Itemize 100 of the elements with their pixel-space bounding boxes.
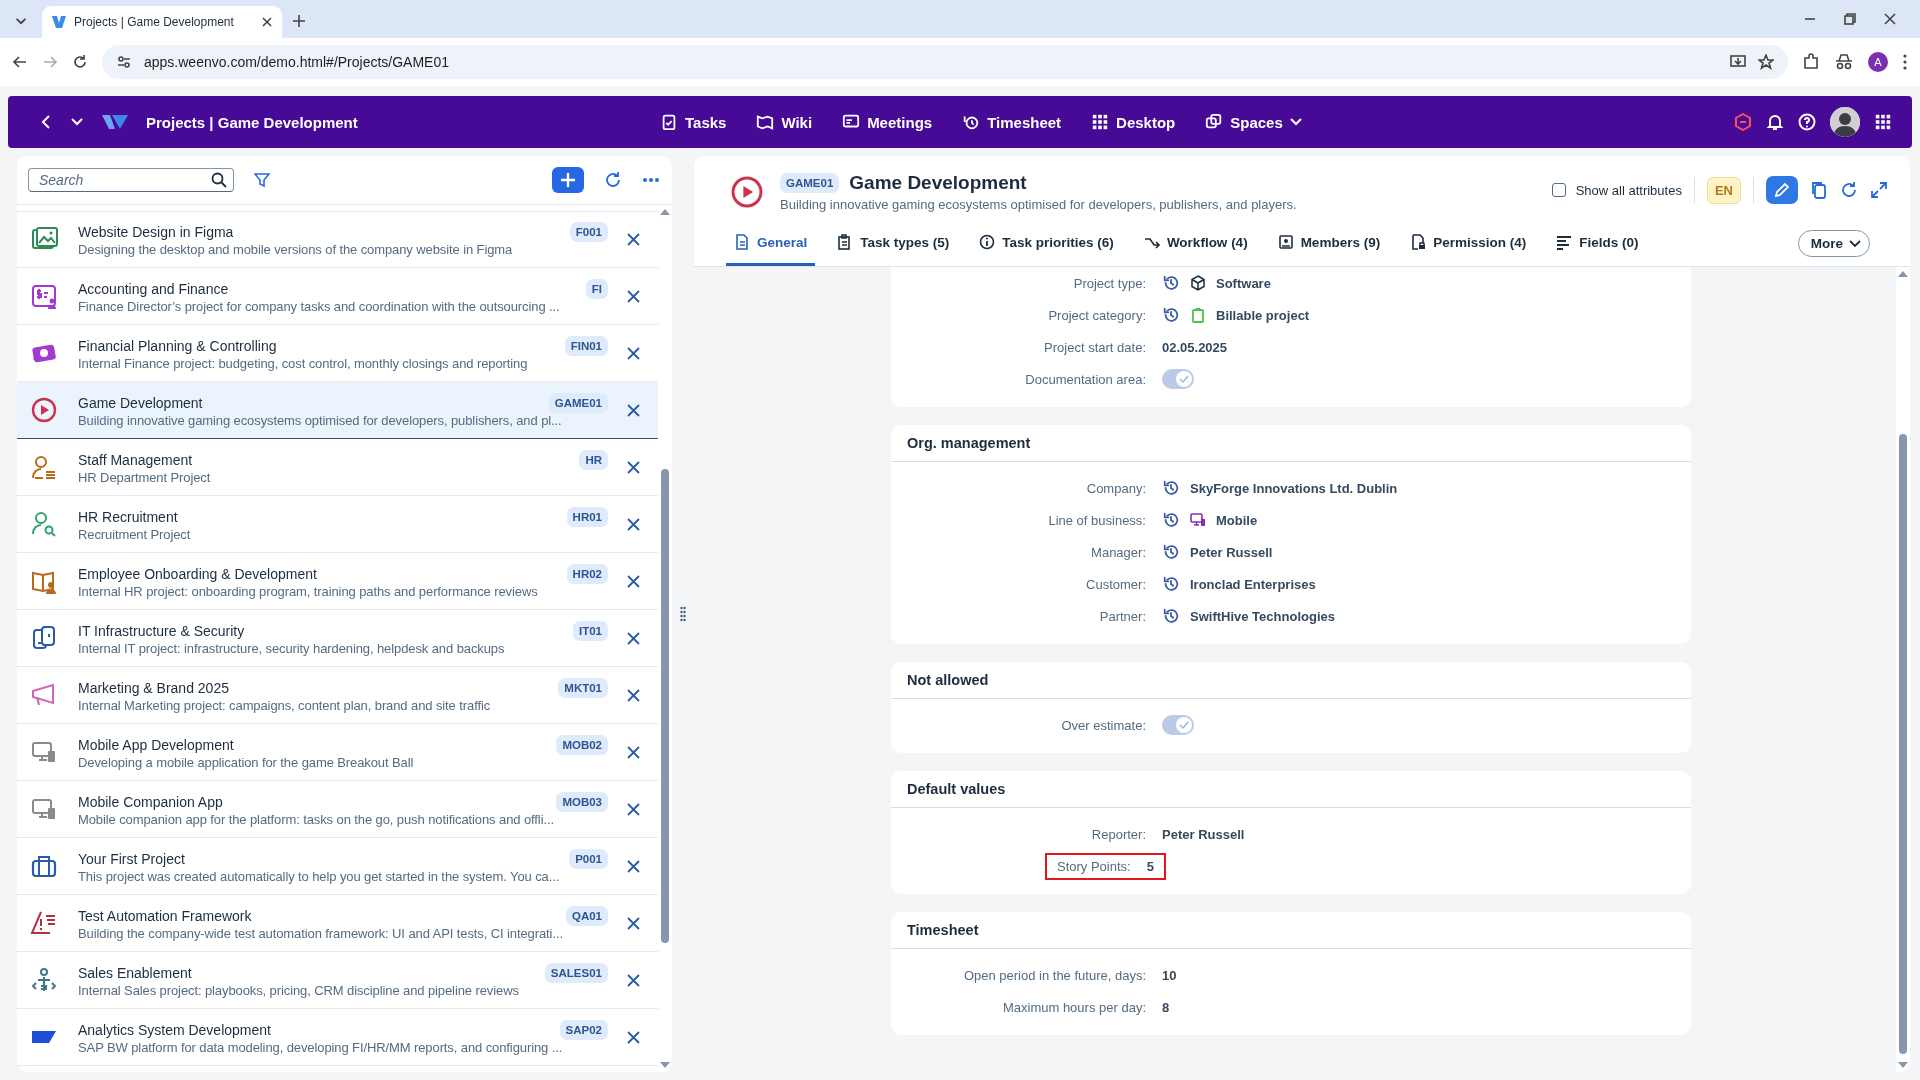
project-description: Mobile companion app for the platform: tasks on the go, push notifications and offli... [78,811,554,827]
project-list-item[interactable]: Sales Enablement SALES01 Internal Sales project: playbooks, pricing, CRM discipline and pipeline reviews [17,952,658,1009]
tab[interactable]: Members (9) [1269,221,1389,266]
field-value: 5 [1146,858,1154,874]
project-code: FIN01 [564,335,608,356]
project-list-item[interactable]: Marketing & Brand 2025 MKT01 Internal Marketing project: campaigns, content plan, brand and site traffic [17,667,658,724]
project-code: IT01 [573,620,608,641]
project-description: Designing the desktop and mobile versions of the company website in Figma [78,241,513,257]
field-value: Peter Russell [1190,544,1273,560]
field-value: SkyForge Innovations Ltd. Dublin [1190,480,1398,496]
project-description: Building the company-wide test automation framework: UI and API tests, CI integrati... [78,925,563,941]
project-title: IT Infrastructure & Security [78,622,245,639]
project-description: Developing a mobile application for the game Breakout Ball [78,754,414,770]
tab[interactable]: Fields (0) [1548,221,1647,266]
nav-link[interactable]: Wiki [756,113,813,131]
field-label: Reporter: [1091,826,1146,842]
project-code: MOB02 [556,734,608,755]
project-code: SAP02 [559,1019,608,1040]
browser-tab[interactable]: Projects | Game Development [42,6,282,38]
project-list-item[interactable]: Mobile App Development MOB02 Developing a mobile application for the game Breakout Ball [17,724,658,781]
project-code: MKT01 [558,677,608,698]
tab[interactable]: Workflow (4) [1135,221,1256,266]
project-description: HR Department Project [78,469,211,485]
field-label: Maximum hours per day: [1002,999,1146,1015]
address-bar[interactable]: apps.weenvo.com/demo.html#/Projects/GAME01 [102,45,1788,79]
field-label: Project category: [1048,307,1146,323]
section-title: Default values [891,771,1691,808]
project-title: HR Recruitment [78,508,178,525]
project-list-item[interactable]: Accounting and Finance FI Finance Director’s project for company tasks and coordination with the outsourcing ... [17,268,658,325]
project-list-item[interactable]: HR Recruitment HR01 Recruitment Project [17,496,658,553]
field-label: Manager: [1091,544,1146,560]
project-list-item[interactable]: Game Development GAME01 Building innovative gaming ecosystems optimised for developers, publishers, and pl... [17,382,658,439]
section-title: Not allowed [891,662,1691,699]
project-title: Marketing & Brand 2025 [78,679,229,696]
project-description: Internal IT project: infrastructure, security hardening, helpdesk and backups [78,640,505,656]
field-label: Company: [1086,480,1146,496]
field-label: Open period in the future, days: [963,967,1146,983]
tab[interactable]: Task priorities (6) [971,221,1122,266]
project-title: Employee Onboarding & Development [78,565,317,582]
project-list-item[interactable]: IT Infrastructure & Security IT01 Internal IT project: infrastructure, security hardening, helpdesk and backups [17,610,658,667]
project-list-item[interactable]: Employee Onboarding & Development HR02 Internal HR project: onboarding program, training paths and performance reviews [17,553,658,610]
project-title: Staff Management [78,451,193,468]
field-label: Partner: [1099,608,1146,624]
project-list-item[interactable]: Analytics System Development SAP02 SAP BW platform for data modeling, developing FI/HR/MM reports, and configuring ... [17,1009,658,1066]
project-code: GAME01 [780,173,840,193]
project-list-item[interactable]: Mobile Companion App MOB03 Mobile companion app for the platform: tasks on the go, push notifications and offli... [17,781,658,838]
project-code: QA01 [565,905,608,926]
project-code: HR01 [566,506,608,527]
nav-link[interactable]: Meetings [842,113,933,131]
project-description: Building innovative gaming ecosystems optimised for developers, publishers, and pl... [78,412,562,428]
project-list-item[interactable]: Your First Project P001 This project was created automatically to help you get started in the system. You ca... [17,838,658,895]
field-value: Mobile [1216,512,1258,528]
project-code: MOB03 [556,791,608,812]
nav-link[interactable]: Desktop [1091,113,1176,131]
more-button[interactable]: More [1797,230,1870,257]
field-label: Documentation area: [1025,371,1146,387]
project-description: Building innovative gaming ecosystems optimised for developers, publishers, and players. [780,197,1297,212]
project-code: HR02 [566,563,608,584]
field-value: Software [1216,275,1271,291]
project-title: Sales Enablement [78,964,192,981]
project-title: Game Development [78,394,203,411]
project-description: This project was created automatically to help you get started in the system. You ca... [78,868,560,884]
project-title: Analytics System Development [78,1021,271,1038]
nav-link[interactable]: Timesheet [962,113,1062,131]
nav-link[interactable]: Spaces [1205,113,1302,131]
project-title: Website Design in Figma [78,223,234,240]
project-title: Mobile App Development [78,736,234,753]
page-title: Projects | Game Development [146,113,358,131]
project-code: HR [579,449,608,470]
field-label: Story Points: [1057,858,1131,874]
project-title: Test Automation Framework [78,907,252,924]
profile-avatar[interactable]: A [1868,52,1888,72]
project-title: Financial Planning & Controlling [78,337,277,354]
project-list-item[interactable]: Staff Management HR HR Department Project [17,439,658,496]
project-description: Recruitment Project [78,526,191,542]
field-value: 02.05.2025 [1162,339,1228,355]
project-list-item[interactable]: Test Automation Framework QA01 Building the company-wide test automation framework: UI and API tests, CI integrati... [17,895,658,952]
project-list-item[interactable]: Website Design in Figma F001 Designing the desktop and mobile versions of the company website in Figma [17,211,658,268]
field-label: Line of business: [1048,512,1146,528]
nav-link[interactable]: Tasks [660,113,727,131]
project-title: Accounting and Finance [78,280,229,297]
project-description: SAP BW platform for data modeling, developing FI/HR/MM reports, and configuring ... [78,1039,563,1055]
field-label: Customer: [1086,576,1146,592]
tab[interactable]: Permission (4) [1402,221,1535,266]
tab[interactable]: Task types (5) [829,221,958,266]
project-code: GAME01 [548,392,608,413]
project-description: Internal Finance project: budgeting, cost control, monthly closings and reporting [78,355,528,371]
project-code: FI [585,278,608,299]
section-title: Org. management [891,425,1691,462]
project-description: Finance Director’s project for company tasks and coordination with the outsourcing ... [78,298,560,314]
field-value: Peter Russell [1162,826,1245,842]
project-title: Game Development [849,172,1027,194]
field-label: Project type: [1073,275,1146,291]
project-code: F001 [569,221,608,242]
search-field[interactable]: Search [28,168,234,192]
field-label: Project start date: [1044,339,1146,355]
show-all-attributes-checkbox[interactable]: Show all attributes [1551,182,1682,198]
field-value: 10 [1162,967,1177,983]
project-code: P001 [569,848,608,869]
project-title: Mobile Companion App [78,793,223,810]
